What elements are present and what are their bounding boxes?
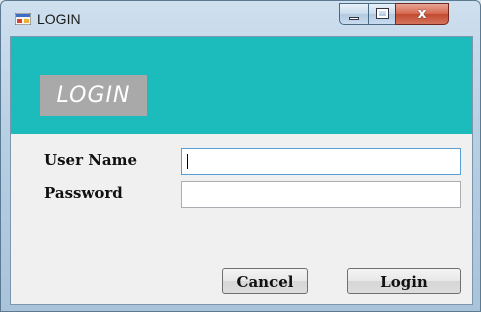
header-title: LOGIN xyxy=(40,75,147,116)
password-label: Password xyxy=(44,184,123,202)
maximize-button[interactable] xyxy=(368,3,396,25)
title-bar[interactable]: LOGIN x xyxy=(1,1,480,35)
minimize-icon xyxy=(349,17,359,20)
window-title: LOGIN xyxy=(37,11,81,27)
app-icon xyxy=(15,13,31,25)
cancel-button[interactable]: Cancel xyxy=(222,268,308,294)
close-button[interactable]: x xyxy=(395,3,449,25)
form-client-area: LOGIN User Name Password Cancel Login xyxy=(10,36,473,305)
username-input[interactable] xyxy=(181,148,461,175)
minimize-button[interactable] xyxy=(339,3,369,25)
header-panel: LOGIN xyxy=(11,37,472,134)
text-caret xyxy=(187,154,188,169)
username-label: User Name xyxy=(44,151,138,169)
login-button[interactable]: Login xyxy=(347,268,461,294)
password-input[interactable] xyxy=(181,181,461,208)
maximize-icon xyxy=(376,8,389,19)
login-window: LOGIN x LOGIN User Name Password Cancel … xyxy=(0,0,481,312)
close-icon: x xyxy=(417,6,427,22)
